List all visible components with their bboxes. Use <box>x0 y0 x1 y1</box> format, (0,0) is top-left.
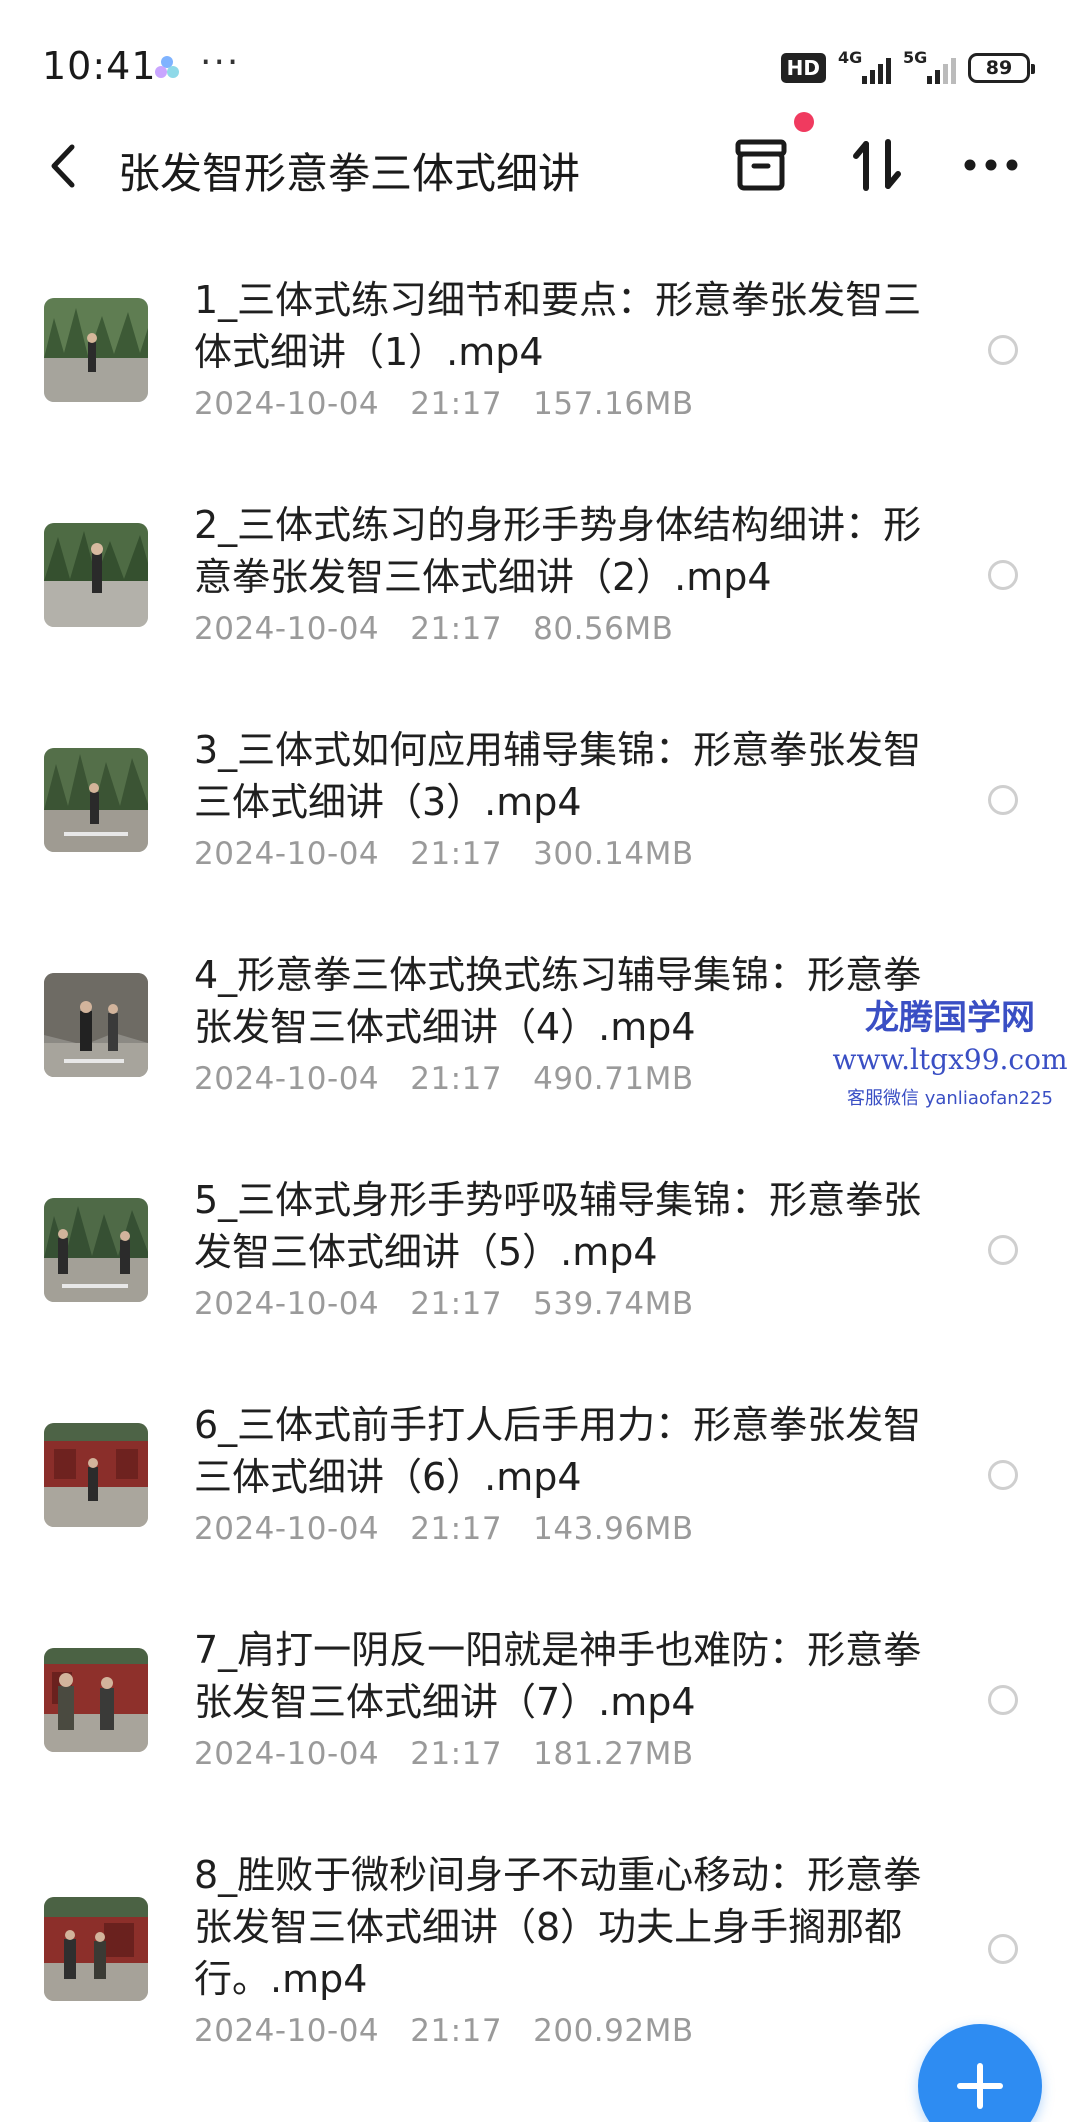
file-item[interactable]: 7_肩打一阴反一阳就是神手也难防：形意拳张发智三体式细讲（7）.mp4 2024… <box>0 1590 1080 1815</box>
more-menu-icon <box>964 159 1018 171</box>
select-radio[interactable] <box>988 1235 1018 1265</box>
file-name: 1_三体式练习细节和要点：形意拳张发智三体式细讲（1）.mp4 <box>194 278 922 374</box>
watermark-name: 龙腾国学网 <box>865 998 1035 1038</box>
select-radio[interactable] <box>988 1685 1018 1715</box>
select-radio[interactable] <box>988 1460 1018 1490</box>
title-bar: 张发智形意拳三体式细讲 <box>0 110 1080 220</box>
signal-5g: 5G <box>903 48 956 84</box>
signal-4g: 4G <box>838 48 891 84</box>
video-thumbnail <box>44 523 148 627</box>
select-radio[interactable] <box>988 560 1018 590</box>
select-radio[interactable] <box>988 1934 1018 1964</box>
status-bar: 10:41 ··· HD 4G 5G 89 <box>0 0 1080 110</box>
file-meta: 2024-10-04 21:17 300.14MB <box>194 836 694 872</box>
signal-bars-icon <box>862 54 891 84</box>
watermark: 龙腾国学网 www.ltgx99.com 客服微信 yanliaofan225 <box>820 990 1080 1110</box>
screen: 10:41 ··· HD 4G 5G 89 张发智形意拳三体式细讲 1_三体式练… <box>0 0 1080 2122</box>
file-name: 8_胜败于微秒间身子不动重心移动：形意拳张发智三体式细讲（8）功夫上身手搁那都行… <box>194 1853 922 2001</box>
status-more-icon: ··· <box>200 42 241 83</box>
file-name: 7_肩打一阴反一阳就是神手也难防：形意拳张发智三体式细讲（7）.mp4 <box>194 1628 922 1724</box>
file-meta: 2024-10-04 21:17 490.71MB <box>194 1061 694 1097</box>
file-item[interactable]: 1_三体式练习细节和要点：形意拳张发智三体式细讲（1）.mp4 2024-10-… <box>0 240 1080 465</box>
sort-button[interactable] <box>848 134 906 196</box>
plus-icon <box>957 2063 1003 2109</box>
status-indicators: HD 4G 5G 89 <box>780 48 1035 86</box>
file-meta: 2024-10-04 21:17 539.74MB <box>194 1286 694 1322</box>
status-time: 10:41 <box>42 44 157 88</box>
net-label-5g: 5G <box>903 48 928 67</box>
back-arrow-icon <box>51 144 75 188</box>
more-menu-button[interactable] <box>960 134 1022 196</box>
file-name: 5_三体式身形手势呼吸辅导集锦：形意拳张发智三体式细讲（5）.mp4 <box>194 1178 922 1274</box>
video-thumbnail <box>44 298 148 402</box>
notification-dot <box>794 112 814 132</box>
video-thumbnail <box>44 1897 148 2001</box>
file-item[interactable]: 8_胜败于微秒间身子不动重心移动：形意拳张发智三体式细讲（8）功夫上身手搁那都行… <box>0 1815 1080 2095</box>
video-thumbnail <box>44 1198 148 1302</box>
file-meta: 2024-10-04 21:17 143.96MB <box>194 1511 694 1547</box>
file-meta: 2024-10-04 21:17 80.56MB <box>194 611 674 647</box>
video-thumbnail <box>44 1648 148 1752</box>
file-name: 2_三体式练习的身形手势身体结构细讲：形意拳张发智三体式细讲（2）.mp4 <box>194 503 922 599</box>
file-item[interactable]: 5_三体式身形手势呼吸辅导集锦：形意拳张发智三体式细讲（5）.mp4 2024-… <box>0 1140 1080 1365</box>
file-item[interactable]: 6_三体式前手打人后手用力：形意拳张发智三体式细讲（6）.mp4 2024-10… <box>0 1365 1080 1590</box>
file-name: 6_三体式前手打人后手用力：形意拳张发智三体式细讲（6）.mp4 <box>194 1403 922 1499</box>
video-thumbnail <box>44 973 148 1077</box>
back-button[interactable] <box>38 136 88 196</box>
select-radio[interactable] <box>988 785 1018 815</box>
video-thumbnail <box>44 748 148 852</box>
battery-icon: 89 <box>968 53 1035 83</box>
file-meta: 2024-10-04 21:17 181.27MB <box>194 1736 694 1772</box>
archive-icon <box>735 139 787 191</box>
app-cluster-icon <box>155 56 179 78</box>
file-item[interactable]: 2_三体式练习的身形手势身体结构细讲：形意拳张发智三体式细讲（2）.mp4 20… <box>0 465 1080 690</box>
file-meta: 2024-10-04 21:17 157.16MB <box>194 386 694 422</box>
file-item[interactable]: 3_三体式如何应用辅导集锦：形意拳张发智三体式细讲（3）.mp4 2024-10… <box>0 690 1080 915</box>
file-name: 3_三体式如何应用辅导集锦：形意拳张发智三体式细讲（3）.mp4 <box>194 728 922 824</box>
file-meta: 2024-10-04 21:17 200.92MB <box>194 2013 694 2049</box>
watermark-contact: 客服微信 yanliaofan225 <box>847 1088 1053 1109</box>
select-radio[interactable] <box>988 335 1018 365</box>
signal-bars-icon <box>927 54 956 84</box>
archive-button[interactable] <box>730 134 792 196</box>
sort-icon <box>853 139 901 191</box>
watermark-url: www.ltgx99.com <box>832 1043 1068 1076</box>
video-thumbnail <box>44 1423 148 1527</box>
hd-badge: HD <box>780 53 826 83</box>
page-title: 张发智形意拳三体式细讲 <box>118 149 581 198</box>
net-label-4g: 4G <box>838 48 863 67</box>
